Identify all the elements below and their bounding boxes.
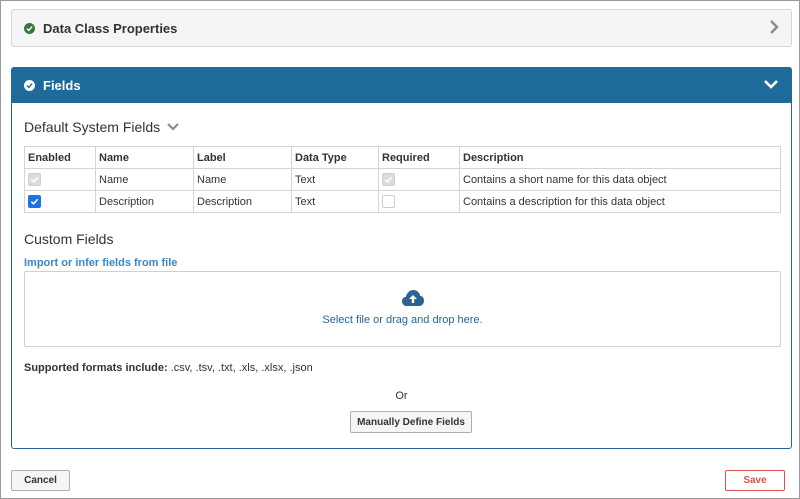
fields-panel-header[interactable]: Fields <box>12 68 791 103</box>
enabled-checkbox[interactable] <box>28 195 41 208</box>
cloud-upload-icon <box>401 288 425 311</box>
required-checkbox <box>382 195 395 208</box>
chevron-right-icon[interactable] <box>769 19 779 38</box>
dropzone-text: Select file or drag and drop here. <box>322 314 483 326</box>
data-type-cell: Text <box>291 190 379 213</box>
description-cell: Contains a description for this data obj… <box>459 190 781 213</box>
chevron-down-icon[interactable] <box>763 78 779 93</box>
panel-title: Fields <box>43 78 81 93</box>
data-type-cell: Text <box>291 168 379 191</box>
enabled-cell <box>24 190 96 213</box>
label-cell: Description <box>193 190 292 213</box>
table-header-row: Enabled Name Label Data Type Required De… <box>24 146 781 169</box>
column-header: Required <box>378 146 460 169</box>
name-cell: Name <box>95 168 194 191</box>
column-header: Description <box>459 146 781 169</box>
description-cell: Contains a short name for this data obje… <box>459 168 781 191</box>
required-cell <box>378 190 460 213</box>
name-cell: Description <box>95 190 194 213</box>
table-row: Name Name Text Contains a short name for… <box>24 168 781 191</box>
formats-label: Supported formats include: <box>24 362 168 374</box>
cancel-button[interactable]: Cancel <box>11 470 70 491</box>
editor-frame: Data Class Properties Fields Default Sys… <box>0 0 800 499</box>
default-system-fields-toggle[interactable]: Default System Fields <box>24 119 180 135</box>
supported-formats: Supported formats include: .csv, .tsv, .… <box>24 362 313 374</box>
enabled-checkbox <box>28 173 41 186</box>
check-circle-icon <box>24 80 35 91</box>
data-class-properties-panel[interactable]: Data Class Properties <box>11 9 792 47</box>
system-fields-table: Enabled Name Label Data Type Required De… <box>24 146 781 213</box>
enabled-cell <box>24 168 96 191</box>
fields-panel: Fields Default System Fields Enabled Nam… <box>11 67 792 449</box>
section-heading: Custom Fields <box>24 231 114 247</box>
required-cell <box>378 168 460 191</box>
manually-define-fields-button[interactable]: Manually Define Fields <box>350 411 472 433</box>
column-header: Label <box>193 146 292 169</box>
check-circle-icon <box>24 22 35 34</box>
panel-title: Data Class Properties <box>43 20 178 36</box>
save-button[interactable]: Save <box>725 470 785 491</box>
column-header: Name <box>95 146 194 169</box>
section-heading: Default System Fields <box>24 119 161 135</box>
label-cell: Name <box>193 168 292 191</box>
chevron-down-icon <box>167 123 179 131</box>
table-row: Description Description Text Contains a … <box>24 190 781 213</box>
column-header: Enabled <box>24 146 96 169</box>
formats-value: .csv, .tsv, .txt, .xls, .xlsx, .json <box>167 362 313 374</box>
or-text: Or <box>395 390 408 402</box>
required-checkbox <box>382 173 395 186</box>
import-fields-link[interactable]: Import or infer fields from file <box>24 257 177 269</box>
column-header: Data Type <box>291 146 379 169</box>
file-dropzone[interactable]: Select file or drag and drop here. <box>24 271 781 347</box>
